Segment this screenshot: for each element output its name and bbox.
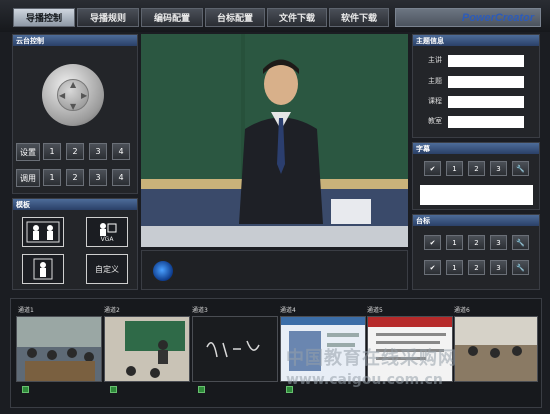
brand-logo: PowerCreator bbox=[395, 8, 541, 27]
subtitle-1-button[interactable]: 1 bbox=[446, 161, 463, 176]
channel-5-label: 通道5 bbox=[367, 307, 383, 314]
logo1-1-button[interactable]: 1 bbox=[446, 235, 463, 250]
logo2-1-button[interactable]: 1 bbox=[446, 260, 463, 275]
recall-1-button[interactable]: 1 bbox=[43, 169, 61, 186]
logo1-2-button[interactable]: 2 bbox=[468, 235, 485, 250]
tab-director-control[interactable]: 导播控制 bbox=[13, 8, 75, 27]
channel-1-thumbnail[interactable] bbox=[16, 316, 102, 382]
classroom-input[interactable] bbox=[448, 116, 524, 128]
logo1-3-button[interactable]: 3 bbox=[490, 235, 507, 250]
preset-4-button[interactable]: 4 bbox=[112, 143, 130, 160]
preset-1-button[interactable]: 1 bbox=[43, 143, 61, 160]
custom-label: 自定义 bbox=[95, 264, 119, 274]
channel-6-label: 通道6 bbox=[454, 307, 470, 314]
ptz-panel-title: 云台控制 bbox=[13, 35, 137, 46]
topic-input[interactable] bbox=[448, 76, 524, 88]
template-vga-button[interactable]: VGA bbox=[86, 217, 128, 247]
tab-file-download[interactable]: 文件下载 bbox=[267, 8, 327, 27]
template-dual-person-button[interactable] bbox=[22, 217, 64, 247]
topic-info-title: 主题信息 bbox=[413, 35, 539, 46]
channel-2-label: 通道2 bbox=[104, 307, 120, 314]
dual-person-icon bbox=[26, 221, 60, 243]
subtitle-panel-title: 字幕 bbox=[413, 143, 539, 154]
preset-2-button[interactable]: 2 bbox=[66, 143, 84, 160]
template-panel-title: 模板 bbox=[13, 199, 137, 210]
template-custom-button[interactable]: 自定义 bbox=[86, 254, 128, 284]
subtitle-3-button[interactable]: 3 bbox=[490, 161, 507, 176]
channel-3-thumbnail[interactable] bbox=[192, 316, 278, 382]
template-single-person-button[interactable] bbox=[22, 254, 64, 284]
logo2-confirm-icon[interactable]: ✔ bbox=[424, 260, 441, 275]
subtitle-2-button[interactable]: 2 bbox=[468, 161, 485, 176]
logo1-wrench-icon[interactable]: 🔧 bbox=[512, 235, 529, 250]
station-logo-title: 台标 bbox=[413, 215, 539, 226]
math-formula-image bbox=[193, 317, 277, 381]
tab-logo-config[interactable]: 台标配置 bbox=[205, 8, 265, 27]
playback-bar bbox=[141, 250, 408, 290]
course-input[interactable] bbox=[448, 96, 524, 108]
channel-3-select-icon[interactable] bbox=[198, 386, 205, 393]
channel-6-thumbnail[interactable] bbox=[454, 316, 538, 382]
preset-recall-button[interactable]: 调用 bbox=[16, 169, 40, 187]
channel-1-label: 通道1 bbox=[18, 307, 34, 314]
field-label-classroom: 教室 bbox=[428, 117, 442, 125]
person-vga-icon bbox=[100, 222, 117, 236]
single-person-icon bbox=[33, 258, 53, 280]
ptz-right-arrow-icon[interactable]: ▶ bbox=[81, 91, 87, 100]
channel-2-select-icon[interactable] bbox=[110, 386, 117, 393]
classroom-wide-image bbox=[455, 317, 537, 381]
record-button[interactable] bbox=[151, 259, 175, 283]
logo2-wrench-icon[interactable]: 🔧 bbox=[512, 260, 529, 275]
watermark-url: www.caigou.com.cn bbox=[286, 372, 443, 388]
recall-2-button[interactable]: 2 bbox=[66, 169, 84, 186]
logo1-confirm-icon[interactable]: ✔ bbox=[424, 235, 441, 250]
ptz-up-arrow-icon[interactable]: ▲ bbox=[70, 80, 76, 89]
classroom-students-image bbox=[17, 317, 101, 381]
logo2-2-button[interactable]: 2 bbox=[468, 260, 485, 275]
logo2-3-button[interactable]: 3 bbox=[490, 260, 507, 275]
subtitle-confirm-icon[interactable]: ✔ bbox=[424, 161, 441, 176]
tab-software-download[interactable]: 软件下载 bbox=[329, 8, 389, 27]
channel-2-thumbnail[interactable] bbox=[104, 316, 190, 382]
channel-3-label: 通道3 bbox=[192, 307, 208, 314]
video-frame-image bbox=[141, 34, 408, 247]
subtitle-text-input[interactable] bbox=[420, 185, 533, 205]
field-label-topic: 主题 bbox=[428, 77, 442, 85]
watermark-cn: 中国教育在线采购网 bbox=[286, 348, 457, 369]
field-label-speaker: 主讲 bbox=[428, 56, 442, 64]
preset-3-button[interactable]: 3 bbox=[89, 143, 107, 160]
preset-set-button[interactable]: 设置 bbox=[16, 143, 40, 161]
station-logo-panel: 台标 bbox=[412, 214, 540, 290]
recall-3-button[interactable]: 3 bbox=[89, 169, 107, 186]
speaker-input[interactable] bbox=[448, 55, 524, 67]
subtitle-wrench-icon[interactable]: 🔧 bbox=[512, 161, 529, 176]
ptz-down-arrow-icon[interactable]: ▼ bbox=[70, 102, 76, 111]
channel-1-select-icon[interactable] bbox=[22, 386, 29, 393]
vga-label: VGA bbox=[100, 235, 114, 243]
tab-director-rules[interactable]: 导播规则 bbox=[77, 8, 139, 27]
main-video-preview[interactable] bbox=[141, 34, 408, 247]
ptz-left-arrow-icon[interactable]: ◀ bbox=[59, 91, 65, 100]
brand-name: PowerCreator bbox=[461, 11, 534, 24]
tab-encoding-config[interactable]: 编码配置 bbox=[141, 8, 203, 27]
classroom-board-image bbox=[105, 317, 189, 381]
recall-4-button[interactable]: 4 bbox=[112, 169, 130, 186]
channel-4-label: 通道4 bbox=[280, 307, 296, 314]
field-label-course: 课程 bbox=[428, 97, 442, 105]
